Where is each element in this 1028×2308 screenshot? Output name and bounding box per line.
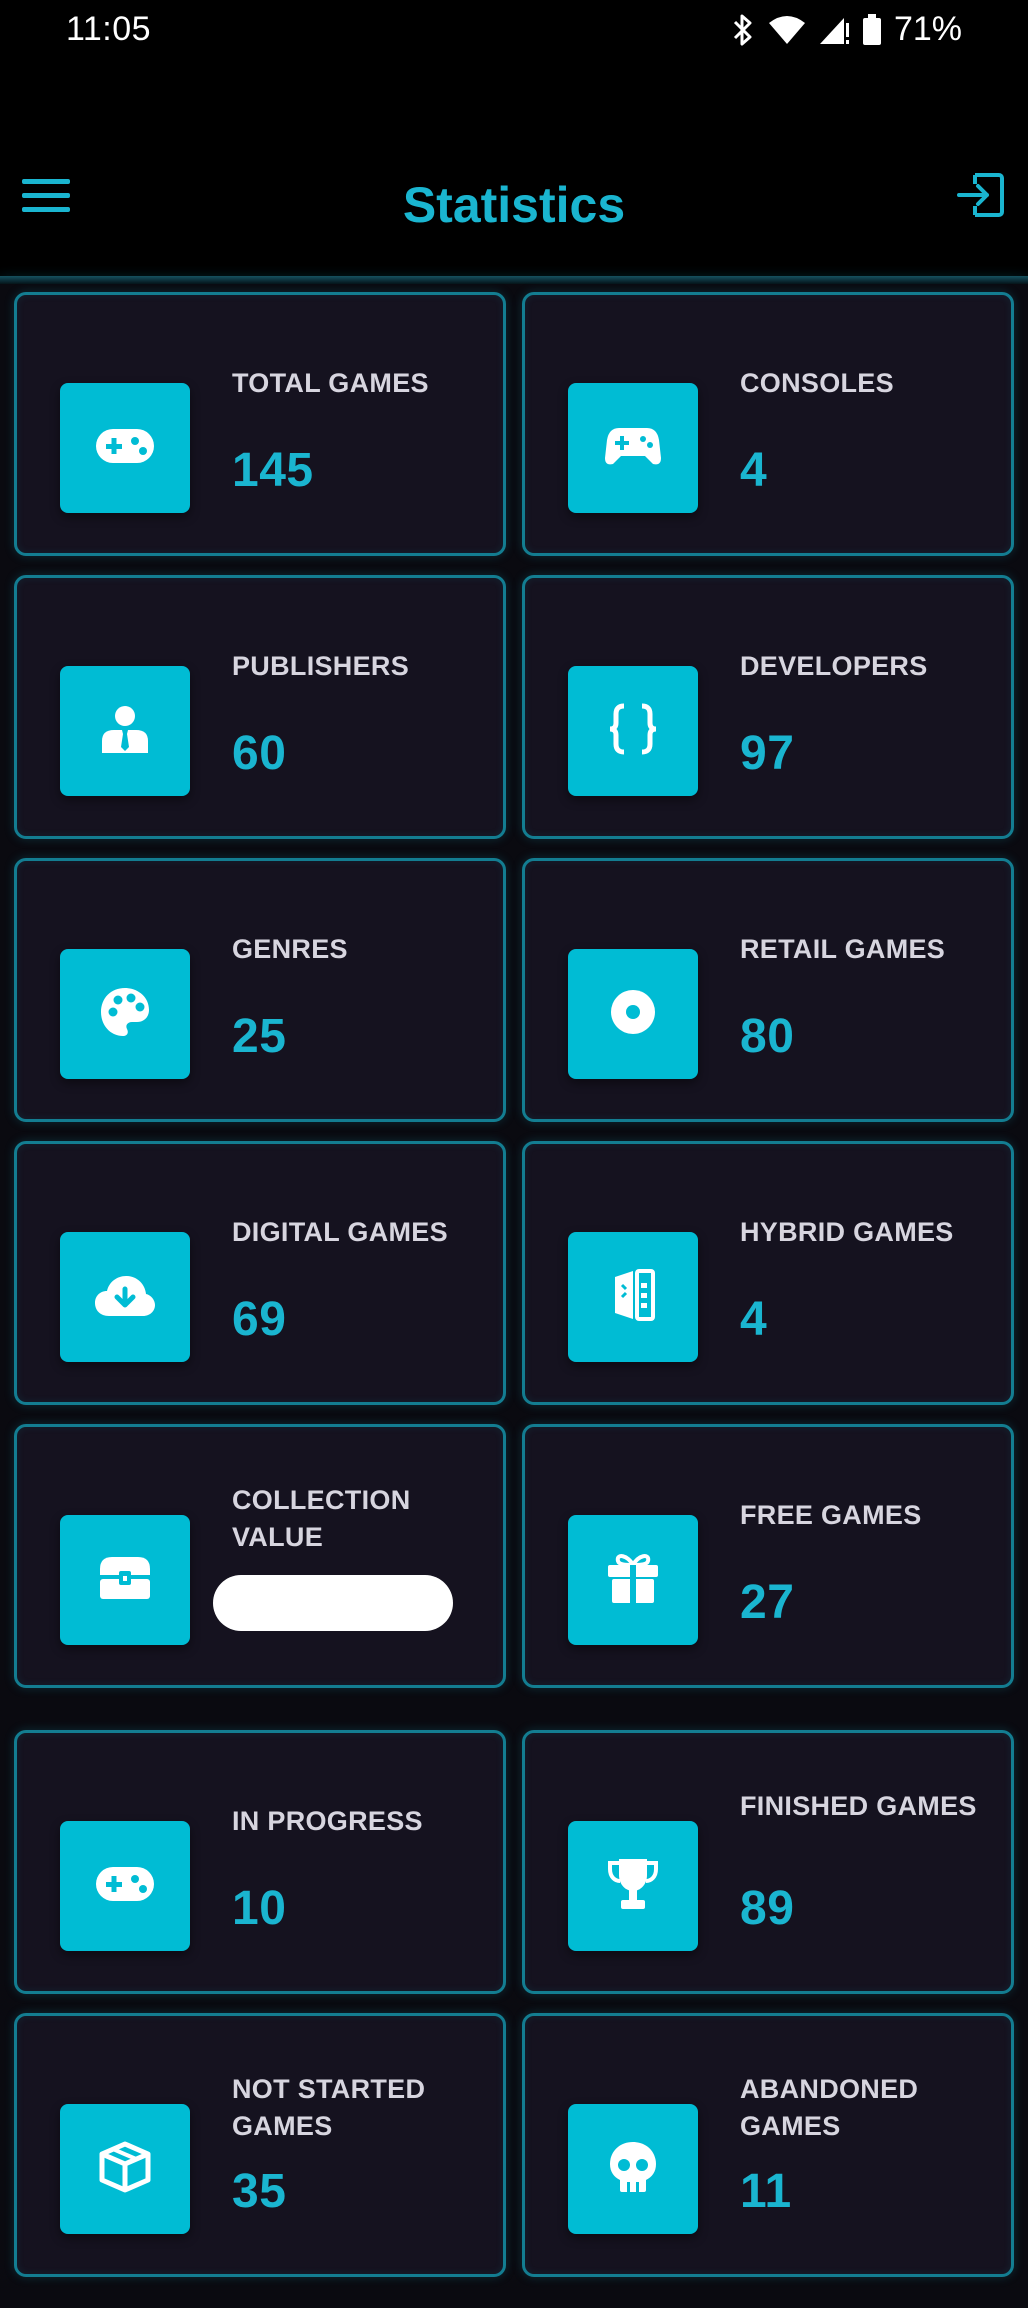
stat-card-total-games[interactable]: TOTAL GAMES 145	[14, 292, 506, 556]
stat-value: 89	[740, 1882, 795, 1935]
icon-tile	[60, 1232, 190, 1362]
box-icon	[98, 2140, 152, 2199]
hybrid-icon	[611, 1267, 655, 1328]
logout-button[interactable]	[952, 168, 1010, 226]
gamepad-icon	[96, 1866, 154, 1906]
stat-label: ABANDONED GAMES	[740, 2074, 919, 2141]
icon-tile	[60, 383, 190, 513]
stat-card-retail-games[interactable]: RETAIL GAMES 80	[522, 858, 1014, 1122]
stat-card-developers[interactable]: DEVELOPERS 97	[522, 575, 1014, 839]
stat-label: IN PROGRESS	[232, 1806, 423, 1836]
stat-label: HYBRID GAMES	[740, 1217, 954, 1247]
stat-card-collection-value[interactable]: COLLECTION VALUE	[14, 1424, 506, 1688]
icon-tile	[60, 1515, 190, 1645]
stat-label: COLLECTION VALUE	[232, 1485, 411, 1552]
stat-value: 69	[232, 1293, 287, 1346]
icon-tile	[568, 2104, 698, 2234]
icon-tile	[568, 666, 698, 796]
stat-label: CONSOLES	[740, 368, 894, 398]
stat-value: 35	[232, 2165, 287, 2218]
stat-value: 97	[740, 727, 795, 780]
gift-icon	[606, 1551, 660, 1610]
icon-tile	[568, 1821, 698, 1951]
bluetooth-icon	[730, 13, 756, 47]
battery-icon	[862, 13, 882, 46]
stat-label: TOTAL GAMES	[232, 368, 429, 398]
app-bar: Statistics	[0, 60, 1028, 278]
cloud-download-icon	[95, 1274, 155, 1321]
wifi-icon	[768, 15, 806, 45]
icon-tile	[60, 2104, 190, 2234]
stat-value: 10	[232, 1882, 287, 1935]
app-bar-divider	[0, 276, 1028, 284]
stat-label: PUBLISHERS	[232, 651, 410, 681]
disc-icon	[610, 989, 656, 1040]
icon-tile	[568, 383, 698, 513]
code-braces-icon	[608, 703, 658, 760]
stat-card-consoles[interactable]: CONSOLES 4	[522, 292, 1014, 556]
stat-card-in-progress[interactable]: IN PROGRESS 10	[14, 1730, 506, 1994]
stat-value: 11	[740, 2165, 792, 2218]
trophy-icon	[607, 1857, 659, 1916]
stats-grid: TOTAL GAMES 145 CONSOLES 4 PUBLISHERS 60…	[0, 284, 1028, 2308]
icon-tile	[568, 1515, 698, 1645]
battery-percent: 71%	[893, 10, 962, 48]
icon-tile	[60, 1821, 190, 1951]
stat-card-hybrid-games[interactable]: HYBRID GAMES 4	[522, 1141, 1014, 1405]
stat-value: 4	[740, 1293, 768, 1346]
stat-card-free-games[interactable]: FREE GAMES 27	[522, 1424, 1014, 1688]
stat-label: FINISHED GAMES	[740, 1791, 977, 1821]
stat-value: 60	[232, 727, 287, 780]
icon-tile	[60, 949, 190, 1079]
page-title: Statistics	[402, 177, 626, 233]
stat-card-not-started-games[interactable]: NOT STARTED GAMES 35	[14, 2013, 506, 2277]
person-tie-icon	[102, 705, 148, 758]
stat-label: DIGITAL GAMES	[232, 1217, 448, 1247]
stat-card-publishers[interactable]: PUBLISHERS 60	[14, 575, 506, 839]
icon-tile	[568, 1232, 698, 1362]
treasure-chest-icon	[98, 1555, 152, 1606]
stat-label: NOT STARTED GAMES	[232, 2074, 426, 2141]
status-time: 11:05	[66, 10, 152, 48]
logout-icon	[955, 169, 1007, 226]
controller-icon	[605, 426, 661, 471]
icon-tile	[568, 949, 698, 1079]
stat-label: RETAIL GAMES	[740, 934, 946, 964]
status-icons: 71%	[730, 10, 962, 49]
palette-icon	[99, 986, 151, 1043]
stat-value: 25	[232, 1010, 287, 1063]
stat-value: 4	[740, 444, 768, 497]
redacted-value	[213, 1575, 453, 1631]
skull-icon	[608, 2140, 658, 2199]
stat-card-genres[interactable]: GENRES 25	[14, 858, 506, 1122]
stat-label: DEVELOPERS	[740, 651, 928, 681]
stat-value: 145	[232, 444, 314, 497]
stat-value: 80	[740, 1010, 795, 1063]
icon-tile	[60, 666, 190, 796]
stat-label: FREE GAMES	[740, 1500, 922, 1530]
signal-icon	[818, 15, 850, 45]
stat-value: 27	[740, 1576, 795, 1629]
status-bar: 11:05 71%	[0, 0, 1028, 60]
gamepad-icon	[96, 428, 154, 468]
stat-card-digital-games[interactable]: DIGITAL GAMES 69	[14, 1141, 506, 1405]
stat-card-abandoned-games[interactable]: ABANDONED GAMES 11	[522, 2013, 1014, 2277]
stat-card-finished-games[interactable]: FINISHED GAMES 89	[522, 1730, 1014, 1994]
stat-label: GENRES	[232, 934, 348, 964]
